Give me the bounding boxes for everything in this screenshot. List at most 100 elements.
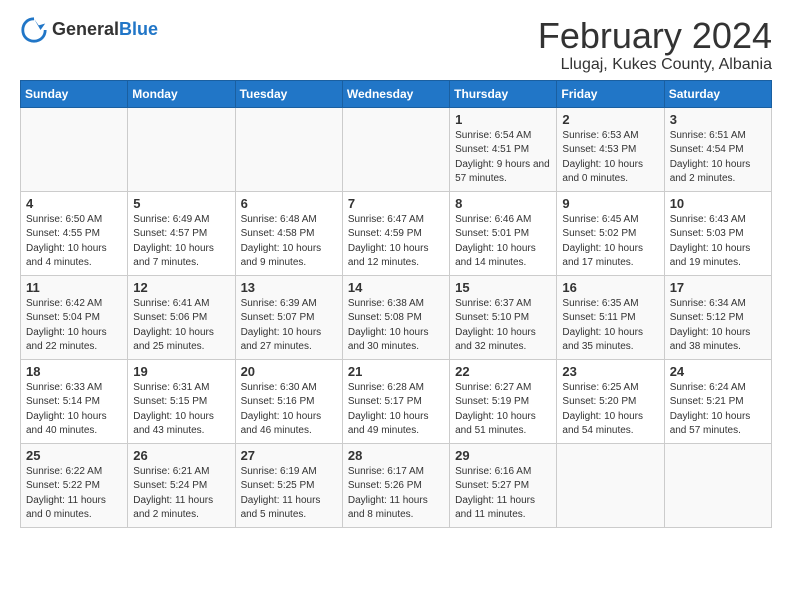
week-row-1: 1 Sunrise: 6:54 AM Sunset: 4:51 PM Daylig…	[21, 107, 772, 191]
calendar-title: February 2024	[538, 16, 772, 56]
day-number: 11	[26, 280, 122, 295]
col-sunday: Sunday	[21, 80, 128, 107]
day-number: 27	[241, 448, 337, 463]
day-number: 24	[670, 364, 766, 379]
week-row-2: 4 Sunrise: 6:50 AM Sunset: 4:55 PM Daylig…	[21, 191, 772, 275]
day-info: Sunrise: 6:50 AM Sunset: 4:55 PM Dayligh…	[26, 213, 122, 271]
calendar-cell: 16 Sunrise: 6:35 AM Sunset: 5:11 PM Dayli…	[557, 275, 664, 359]
day-info: Sunrise: 6:34 AM Sunset: 5:12 PM Dayligh…	[670, 297, 766, 355]
day-number: 25	[26, 448, 122, 463]
calendar-table: Sunday Monday Tuesday Wednesday Thursday…	[20, 80, 772, 528]
week-row-4: 18Sunrise: 6:33 AM Sunset: 5:14 PM Dayli…	[21, 359, 772, 443]
calendar-cell: 1 Sunrise: 6:54 AM Sunset: 4:51 PM Daylig…	[450, 107, 557, 191]
col-thursday: Thursday	[450, 80, 557, 107]
day-number: 5	[133, 196, 229, 211]
calendar-cell: 19 Sunrise: 6:31 AM Sunset: 5:15 PM Dayli…	[128, 359, 235, 443]
calendar-cell: 25 Sunrise: 6:22 AM Sunset: 5:22 PM Dayli…	[21, 443, 128, 527]
header-row: Sunday Monday Tuesday Wednesday Thursday…	[21, 80, 772, 107]
day-number: 19	[133, 364, 229, 379]
calendar-cell	[664, 443, 771, 527]
day-info: Sunrise: 6:17 AM Sunset: 5:26 PM Dayligh…	[348, 465, 444, 523]
calendar-cell: 14Sunrise: 6:38 AM Sunset: 5:08 PM Dayli…	[342, 275, 449, 359]
calendar-cell: 12Sunrise: 6:41 AM Sunset: 5:06 PM Dayli…	[128, 275, 235, 359]
col-monday: Monday	[128, 80, 235, 107]
header: GeneralBlue February 2024 Llugaj, Kukes …	[20, 16, 772, 74]
calendar-header: Sunday Monday Tuesday Wednesday Thursday…	[21, 80, 772, 107]
day-number: 17	[670, 280, 766, 295]
day-number: 21	[348, 364, 444, 379]
calendar-cell: 4 Sunrise: 6:50 AM Sunset: 4:55 PM Daylig…	[21, 191, 128, 275]
calendar-cell	[342, 107, 449, 191]
day-number: 2	[562, 112, 658, 127]
day-info: Sunrise: 6:27 AM Sunset: 5:19 PM Dayligh…	[455, 381, 551, 439]
day-info: Sunrise: 6:42 AM Sunset: 5:04 PM Dayligh…	[26, 297, 122, 355]
day-info: Sunrise: 6:24 AM Sunset: 5:21 PM Dayligh…	[670, 381, 766, 439]
calendar-cell: 28 Sunrise: 6:17 AM Sunset: 5:26 PM Dayli…	[342, 443, 449, 527]
day-number: 18	[26, 364, 122, 379]
calendar-cell: 22 Sunrise: 6:27 AM Sunset: 5:19 PM Dayli…	[450, 359, 557, 443]
day-number: 15	[455, 280, 551, 295]
calendar-cell	[128, 107, 235, 191]
day-info: Sunrise: 6:39 AM Sunset: 5:07 PM Dayligh…	[241, 297, 337, 355]
calendar-cell	[235, 107, 342, 191]
calendar-cell: 24 Sunrise: 6:24 AM Sunset: 5:21 PM Dayli…	[664, 359, 771, 443]
day-info: Sunrise: 6:54 AM Sunset: 4:51 PM Dayligh…	[455, 129, 551, 187]
logo-text: GeneralBlue	[52, 20, 158, 40]
day-number: 9	[562, 196, 658, 211]
day-info: Sunrise: 6:31 AM Sunset: 5:15 PM Dayligh…	[133, 381, 229, 439]
day-number: 4	[26, 196, 122, 211]
calendar-cell: 18Sunrise: 6:33 AM Sunset: 5:14 PM Dayli…	[21, 359, 128, 443]
day-info: Sunrise: 6:16 AM Sunset: 5:27 PM Dayligh…	[455, 465, 551, 523]
day-info: Sunrise: 6:22 AM Sunset: 5:22 PM Dayligh…	[26, 465, 122, 523]
day-number: 26	[133, 448, 229, 463]
calendar-cell: 11 Sunrise: 6:42 AM Sunset: 5:04 PM Dayli…	[21, 275, 128, 359]
day-number: 7	[348, 196, 444, 211]
day-number: 16	[562, 280, 658, 295]
calendar-cell	[557, 443, 664, 527]
day-info: Sunrise: 6:37 AM Sunset: 5:10 PM Dayligh…	[455, 297, 551, 355]
calendar-cell: 5 Sunrise: 6:49 AM Sunset: 4:57 PM Daylig…	[128, 191, 235, 275]
col-friday: Friday	[557, 80, 664, 107]
day-info: Sunrise: 6:30 AM Sunset: 5:16 PM Dayligh…	[241, 381, 337, 439]
calendar-cell: 10 Sunrise: 6:43 AM Sunset: 5:03 PM Dayli…	[664, 191, 771, 275]
day-info: Sunrise: 6:41 AM Sunset: 5:06 PM Dayligh…	[133, 297, 229, 355]
day-number: 22	[455, 364, 551, 379]
day-number: 23	[562, 364, 658, 379]
day-info: Sunrise: 6:53 AM Sunset: 4:53 PM Dayligh…	[562, 129, 658, 187]
day-info: Sunrise: 6:43 AM Sunset: 5:03 PM Dayligh…	[670, 213, 766, 271]
day-number: 13	[241, 280, 337, 295]
calendar-cell: 6 Sunrise: 6:48 AM Sunset: 4:58 PM Daylig…	[235, 191, 342, 275]
day-number: 14	[348, 280, 444, 295]
day-number: 1	[455, 112, 551, 127]
day-info: Sunrise: 6:47 AM Sunset: 4:59 PM Dayligh…	[348, 213, 444, 271]
week-row-5: 25 Sunrise: 6:22 AM Sunset: 5:22 PM Dayli…	[21, 443, 772, 527]
day-info: Sunrise: 6:21 AM Sunset: 5:24 PM Dayligh…	[133, 465, 229, 523]
day-number: 28	[348, 448, 444, 463]
day-number: 10	[670, 196, 766, 211]
calendar-cell: 15 Sunrise: 6:37 AM Sunset: 5:10 PM Dayli…	[450, 275, 557, 359]
day-info: Sunrise: 6:19 AM Sunset: 5:25 PM Dayligh…	[241, 465, 337, 523]
calendar-body: 1 Sunrise: 6:54 AM Sunset: 4:51 PM Daylig…	[21, 107, 772, 527]
calendar-cell: 13 Sunrise: 6:39 AM Sunset: 5:07 PM Dayli…	[235, 275, 342, 359]
title-block: February 2024 Llugaj, Kukes County, Alba…	[538, 16, 772, 74]
calendar-cell: 7 Sunrise: 6:47 AM Sunset: 4:59 PM Daylig…	[342, 191, 449, 275]
calendar-subtitle: Llugaj, Kukes County, Albania	[538, 56, 772, 74]
day-number: 8	[455, 196, 551, 211]
col-saturday: Saturday	[664, 80, 771, 107]
day-info: Sunrise: 6:48 AM Sunset: 4:58 PM Dayligh…	[241, 213, 337, 271]
week-row-3: 11 Sunrise: 6:42 AM Sunset: 5:04 PM Dayli…	[21, 275, 772, 359]
calendar-cell: 8Sunrise: 6:46 AM Sunset: 5:01 PM Daylig…	[450, 191, 557, 275]
day-number: 3	[670, 112, 766, 127]
day-info: Sunrise: 6:35 AM Sunset: 5:11 PM Dayligh…	[562, 297, 658, 355]
day-info: Sunrise: 6:45 AM Sunset: 5:02 PM Dayligh…	[562, 213, 658, 271]
col-tuesday: Tuesday	[235, 80, 342, 107]
day-info: Sunrise: 6:49 AM Sunset: 4:57 PM Dayligh…	[133, 213, 229, 271]
logo: GeneralBlue	[20, 16, 158, 44]
calendar-cell: 27 Sunrise: 6:19 AM Sunset: 5:25 PM Dayli…	[235, 443, 342, 527]
calendar-cell: 29Sunrise: 6:16 AM Sunset: 5:27 PM Dayli…	[450, 443, 557, 527]
col-wednesday: Wednesday	[342, 80, 449, 107]
day-info: Sunrise: 6:51 AM Sunset: 4:54 PM Dayligh…	[670, 129, 766, 187]
day-number: 6	[241, 196, 337, 211]
calendar-cell: 23Sunrise: 6:25 AM Sunset: 5:20 PM Dayli…	[557, 359, 664, 443]
calendar-cell: 20Sunrise: 6:30 AM Sunset: 5:16 PM Dayli…	[235, 359, 342, 443]
